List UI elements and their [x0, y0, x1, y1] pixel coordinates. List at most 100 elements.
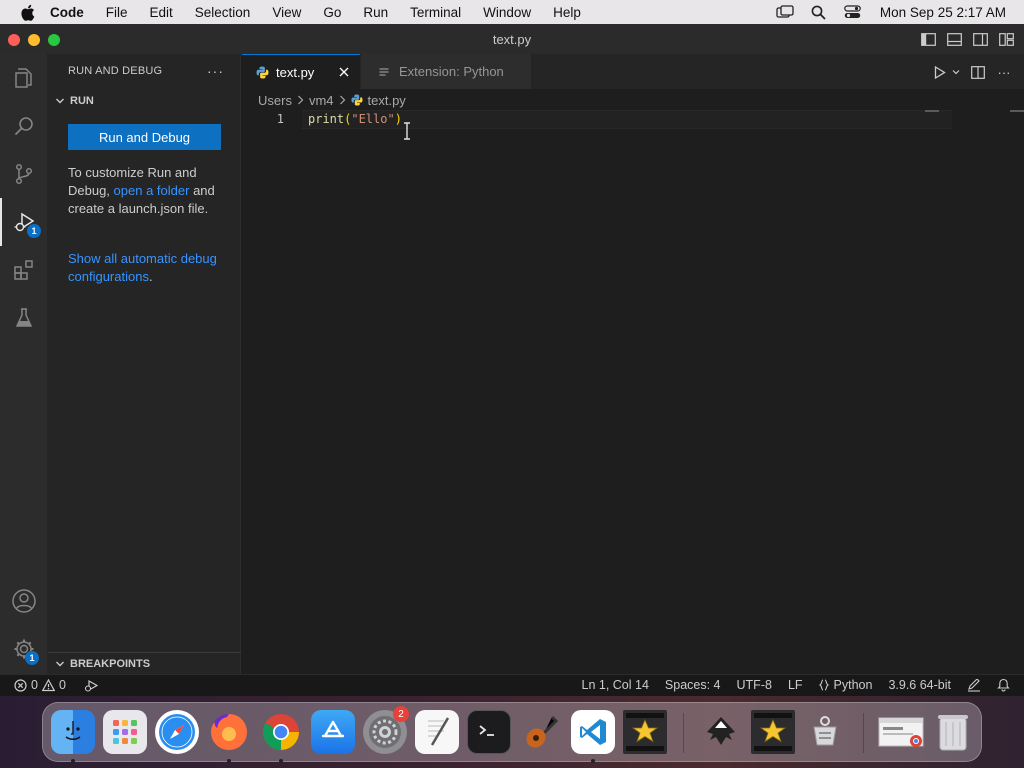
extensions-icon[interactable] — [0, 246, 48, 294]
code-line[interactable]: print("Ello") — [308, 112, 402, 126]
run-python-file-icon[interactable] — [932, 64, 948, 80]
finder-running-indicator — [71, 759, 75, 763]
close-tab-icon[interactable] — [336, 64, 352, 80]
chrome-icon[interactable] — [259, 710, 303, 754]
inkscape-icon[interactable] — [699, 710, 743, 754]
menu-view[interactable]: View — [261, 5, 312, 20]
open-folder-link[interactable]: open a folder — [114, 183, 190, 198]
python-interpreter-status[interactable]: 3.9.6 64-bit — [888, 678, 951, 692]
split-editor-icon[interactable] — [970, 64, 986, 80]
run-and-debug-icon[interactable]: 1 — [0, 198, 48, 246]
braces-icon — [818, 679, 829, 691]
warning-icon — [41, 678, 55, 691]
sidebar-title: RUN AND DEBUG — [68, 65, 163, 77]
testing-flask-icon[interactable] — [0, 294, 48, 342]
trash-icon[interactable] — [931, 710, 975, 754]
run-options-chevron-icon[interactable] — [952, 64, 960, 80]
imovie-star-icon[interactable] — [751, 710, 795, 754]
toggle-primary-sidebar-icon[interactable] — [920, 31, 936, 47]
indentation-status[interactable]: Spaces: 4 — [665, 678, 721, 692]
run-section-label: RUN — [70, 95, 94, 107]
code-string-token: "Ello" — [351, 112, 395, 126]
menu-edit[interactable]: Edit — [139, 5, 184, 20]
manage-gear-icon[interactable]: 1 — [0, 625, 48, 673]
instruments-guitar-icon[interactable] — [519, 710, 563, 754]
language-mode-status[interactable]: Python — [818, 678, 873, 692]
chevron-down-icon — [50, 659, 70, 669]
editor-more-actions-icon[interactable]: ··· — [996, 64, 1012, 80]
problems-status[interactable]: 0 0 — [14, 678, 66, 692]
menu-file[interactable]: File — [95, 5, 139, 20]
menu-app-code[interactable]: Code — [50, 5, 95, 20]
menu-window[interactable]: Window — [472, 5, 542, 20]
textedit-icon[interactable] — [415, 710, 459, 754]
show-configs-text: Show all automatic debug configurations. — [68, 250, 228, 286]
settings-update-badge: 2 — [393, 706, 409, 722]
tab-label: Extension: Python — [399, 64, 504, 79]
python-file-icon — [350, 94, 363, 106]
menu-go[interactable]: Go — [312, 5, 352, 20]
app-store-icon[interactable] — [311, 710, 355, 754]
notifications-bell-icon[interactable] — [997, 678, 1010, 692]
manage-badge: 1 — [25, 651, 39, 665]
editor-tab-bar: text.py Extension: Python ··· — [242, 54, 1024, 89]
cursor-position-status[interactable]: Ln 1, Col 14 — [582, 678, 649, 692]
menubar-clock[interactable]: Mon Sep 25 2:17 AM — [870, 5, 1024, 20]
firefox-icon[interactable] — [207, 710, 251, 754]
debug-launch-icon[interactable] — [84, 679, 98, 692]
tab-extension-python[interactable]: Extension: Python — [361, 54, 531, 89]
macos-dock: 2 — [42, 702, 982, 763]
run-and-debug-button[interactable]: Run and Debug — [68, 124, 221, 150]
screen-mirroring-icon[interactable] — [768, 0, 802, 24]
source-control-icon[interactable] — [0, 150, 48, 198]
text-cursor-icon — [404, 122, 410, 140]
safari-icon[interactable] — [155, 710, 199, 754]
end-of-line-status[interactable]: LF — [788, 678, 803, 692]
launchpad-icon[interactable] — [103, 710, 147, 754]
code-function-token: print — [308, 112, 345, 126]
imovie-star-icon[interactable] — [623, 710, 667, 754]
chrome-window-thumbnail-icon[interactable] — [877, 710, 925, 754]
breadcrumb: Users vm4 text.py — [258, 91, 406, 109]
extension-preview-icon — [379, 65, 393, 79]
encoding-status[interactable]: UTF-8 — [737, 678, 772, 692]
control-center-icon[interactable] — [836, 0, 870, 24]
breadcrumb-vm4[interactable]: vm4 — [309, 93, 334, 108]
status-bar: 0 0 Ln 1, Col 14 Spaces: 4 UTF-8 LF Pyth… — [0, 674, 1024, 696]
breadcrumb-users[interactable]: Users — [258, 93, 292, 108]
feedback-icon[interactable] — [967, 678, 981, 692]
breadcrumb-text-py[interactable]: text.py — [368, 93, 406, 108]
toggle-panel-icon[interactable] — [946, 31, 962, 47]
breakpoints-section-header[interactable]: BREAKPOINTS — [48, 652, 241, 674]
spotlight-search-icon[interactable] — [802, 0, 836, 24]
sidebar-more-actions-icon[interactable]: ··· — [207, 63, 224, 79]
run-section-header[interactable]: RUN — [48, 90, 241, 112]
window-title: text.py — [492, 32, 532, 47]
show-debug-configurations-link[interactable]: Show all automatic debug configurations — [68, 251, 217, 284]
code-editor[interactable]: 1 print("Ello") — [242, 110, 1024, 674]
apple-logo-icon[interactable] — [18, 3, 36, 21]
toggle-secondary-sidebar-icon[interactable] — [972, 31, 988, 47]
chevron-down-icon — [50, 96, 70, 106]
menu-selection[interactable]: Selection — [184, 5, 262, 20]
menu-help[interactable]: Help — [542, 5, 592, 20]
finder-icon[interactable] — [51, 710, 95, 754]
show-configs-suffix: . — [148, 269, 153, 284]
chrome-running-indicator — [279, 759, 283, 763]
archive-utility-icon[interactable] — [803, 710, 847, 754]
dock-separator — [863, 713, 864, 753]
search-icon[interactable] — [0, 102, 48, 150]
menu-run[interactable]: Run — [352, 5, 399, 20]
system-settings-icon[interactable]: 2 — [363, 706, 409, 754]
minimap[interactable] — [925, 110, 939, 112]
terminal-icon[interactable] — [467, 710, 511, 754]
vscode-icon[interactable] — [571, 710, 615, 754]
explorer-icon[interactable] — [0, 54, 48, 102]
code-paren-close-token: ) — [394, 112, 402, 126]
customize-layout-icon[interactable] — [998, 31, 1014, 47]
vertical-scrollbar[interactable] — [1010, 110, 1024, 112]
accounts-icon[interactable] — [0, 577, 48, 625]
language-label: Python — [833, 678, 873, 692]
tab-text-py[interactable]: text.py — [242, 54, 360, 89]
menu-terminal[interactable]: Terminal — [399, 5, 472, 20]
